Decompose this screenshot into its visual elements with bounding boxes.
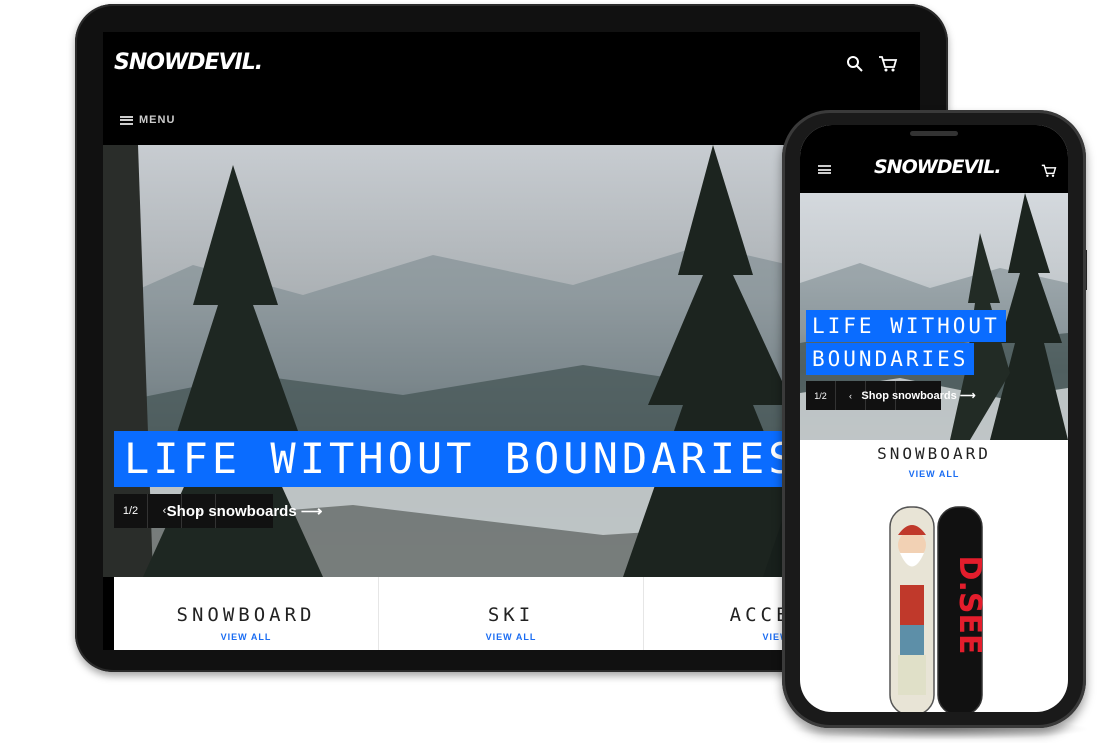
category-card-snowboard[interactable]: SNOWBOARD VIEW ALL: [800, 418, 1068, 479]
shop-snowboards-button[interactable]: Shop snowboards ⟶: [861, 381, 975, 410]
cart-icon[interactable]: [1040, 163, 1058, 179]
category-title: SNOWBOARD: [176, 604, 316, 626]
category-card-snowboard[interactable]: SNOWBOARD VIEW ALL: [114, 577, 379, 650]
hero-headline-line1: LIFE WITHOUT: [806, 310, 1006, 342]
cart-icon[interactable]: [877, 54, 899, 74]
search-icon[interactable]: [845, 54, 865, 74]
menu-icon: [120, 115, 133, 125]
menu-button[interactable]: MENU: [120, 114, 175, 126]
category-title: SKI: [487, 604, 535, 626]
view-all-link[interactable]: VIEW ALL: [114, 632, 378, 642]
slider-controls: 1/2 ‹ › Shop snowboards ⟶: [114, 494, 323, 528]
phone-device: SNOWDEVIL. LIFE WITHOUT BOUNDARIES 1/2 ‹: [782, 110, 1086, 728]
site-logo[interactable]: SNOWDEVIL.: [114, 50, 263, 75]
snowboard-product-image: D.SEE: [888, 505, 987, 712]
shop-snowboards-button[interactable]: Shop snowboards ⟶: [167, 494, 323, 528]
menu-label: MENU: [139, 114, 176, 126]
menu-icon[interactable]: [818, 165, 831, 174]
board-graphic-text: D.SEE: [952, 556, 984, 655]
phone-screen: SNOWDEVIL. LIFE WITHOUT BOUNDARIES 1/2 ‹: [800, 125, 1068, 712]
slider-controls: 1/2 ‹ › Shop snowboards ⟶: [806, 381, 976, 410]
slide-counter: 1/2: [114, 494, 148, 528]
phone-speaker: [910, 131, 958, 136]
view-all-link[interactable]: VIEW ALL: [379, 632, 643, 642]
phone-site-header: SNOWDEVIL.: [800, 125, 1068, 193]
site-logo[interactable]: SNOWDEVIL.: [874, 156, 1002, 178]
category-title: SNOWBOARD: [877, 444, 991, 463]
hero-headline: LIFE WITHOUT BOUNDARIES: [114, 431, 810, 487]
slide-counter: 1/2: [806, 381, 836, 410]
view-all-link[interactable]: VIEW ALL: [800, 469, 1068, 479]
category-card-ski[interactable]: SKI VIEW ALL: [379, 577, 644, 650]
hero-headline-line2: BOUNDARIES: [806, 343, 975, 375]
